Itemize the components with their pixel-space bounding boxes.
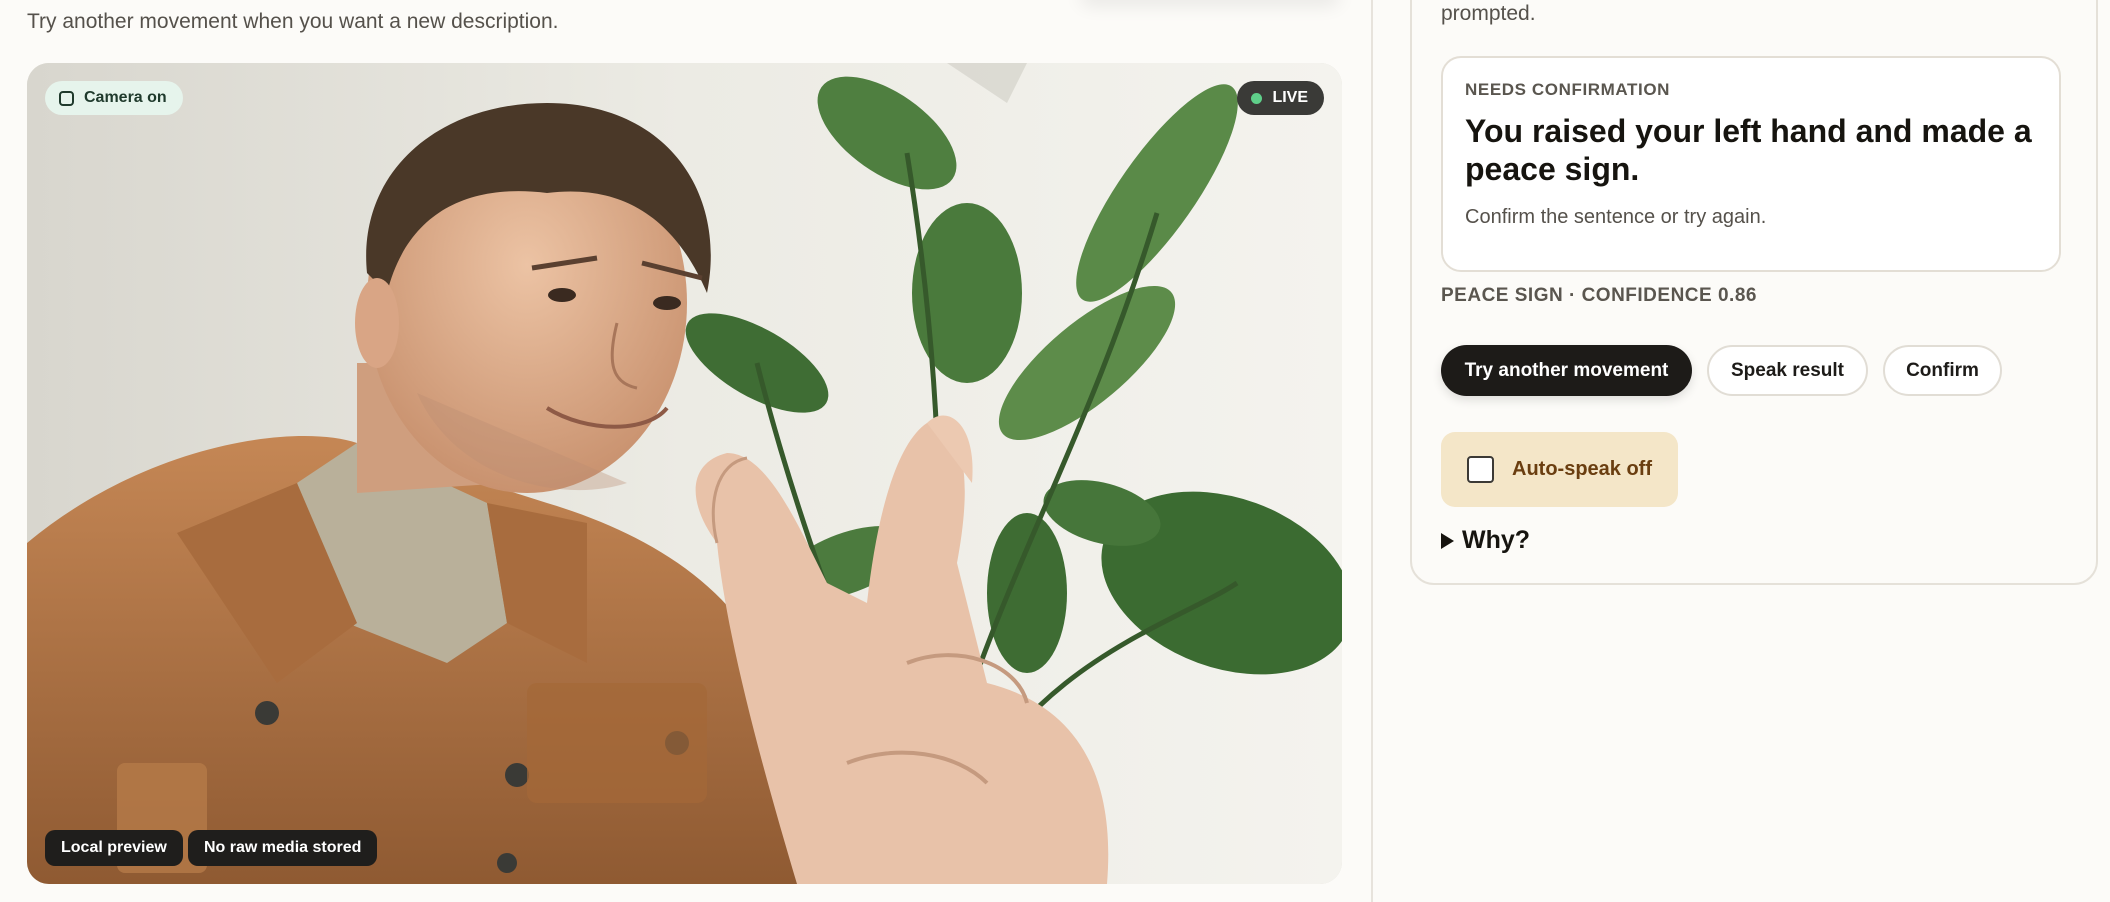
confirm-button[interactable]: Confirm (1883, 345, 2002, 396)
camera-status-label: Camera on (84, 89, 167, 106)
local-preview-tag: Local preview (45, 830, 183, 866)
why-disclosure[interactable]: Why? (1441, 526, 1530, 555)
panel-intro-text: prompted. (1441, 2, 1536, 25)
gesture-confidence: PEACE SIGN · CONFIDENCE 0.86 (1441, 285, 1757, 306)
instruction-hint: Try another movement when you want a new… (27, 10, 559, 33)
live-badge: LIVE (1237, 81, 1324, 115)
camera-status-pill: Camera on (45, 81, 183, 115)
speak-result-button[interactable]: Speak result (1707, 345, 1868, 396)
camera-frame-image (27, 63, 1342, 884)
camera-column: Try another movement when you want a new… (0, 0, 1371, 902)
camera-preview: Camera on LIVE Local preview No raw medi… (27, 63, 1342, 884)
disclosure-triangle-icon (1441, 532, 1454, 549)
why-label: Why? (1462, 526, 1531, 554)
auto-speak-label: Auto-speak off (1512, 458, 1652, 480)
no-raw-media-tag: No raw media stored (188, 830, 378, 866)
column-divider (1371, 0, 1373, 902)
camera-icon (59, 90, 74, 106)
result-instruction: Confirm the sentence or try again. (1465, 206, 1767, 228)
result-status-kicker: NEEDS CONFIRMATION (1465, 80, 1671, 99)
try-another-movement-button[interactable]: Try another movement (1441, 345, 1692, 396)
auto-speak-toggle[interactable]: Auto-speak off (1441, 432, 1678, 507)
result-card: NEEDS CONFIRMATION You raised your left … (1441, 56, 2061, 272)
result-sentence: You raised your left hand and made a pea… (1465, 113, 2032, 187)
live-label: LIVE (1272, 89, 1308, 106)
auto-speak-checkbox[interactable] (1467, 456, 1494, 483)
live-dot-icon (1251, 92, 1263, 104)
